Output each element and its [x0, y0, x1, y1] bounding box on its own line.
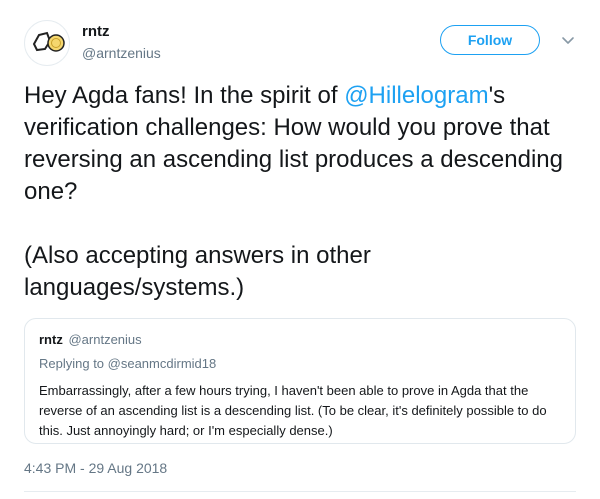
follow-button[interactable]: Follow	[440, 25, 540, 55]
avatar[interactable]	[24, 20, 70, 66]
tweet-header: rntz @arntzenius Follow	[24, 18, 584, 68]
quoted-author-name: rntz	[39, 332, 63, 347]
mention-link[interactable]: @Hillelogram	[344, 82, 488, 109]
avatar-logo-icon	[32, 31, 65, 52]
quoted-tweet[interactable]: rntz @arntzenius Replying to @seanmcdirm…	[24, 318, 576, 444]
author-name[interactable]: rntz	[82, 23, 110, 40]
author-handle[interactable]: @arntzenius	[82, 45, 161, 61]
quoted-author-handle: @arntzenius	[68, 332, 142, 347]
chevron-down-icon[interactable]	[558, 30, 578, 50]
quoted-tweet-header: rntz @arntzenius	[39, 331, 561, 349]
tweet-text: Hey Agda fans! In the spirit of @Hillelo…	[24, 80, 584, 304]
divider	[24, 491, 576, 492]
replying-to: Replying to @seanmcdirmid18	[39, 356, 217, 371]
quoted-tweet-body: Embarrassingly, after a few hours trying…	[39, 383, 547, 438]
tweet-paragraph: (Also accepting answers in other languag…	[24, 242, 371, 301]
tweet-text-segment: Hey Agda fans! In the spirit of	[24, 82, 345, 109]
tweet-paragraph: Hey Agda fans! In the spirit of @Hillelo…	[24, 80, 584, 208]
tweet-timestamp[interactable]: 4:43 PM - 29 Aug 2018	[24, 460, 167, 476]
